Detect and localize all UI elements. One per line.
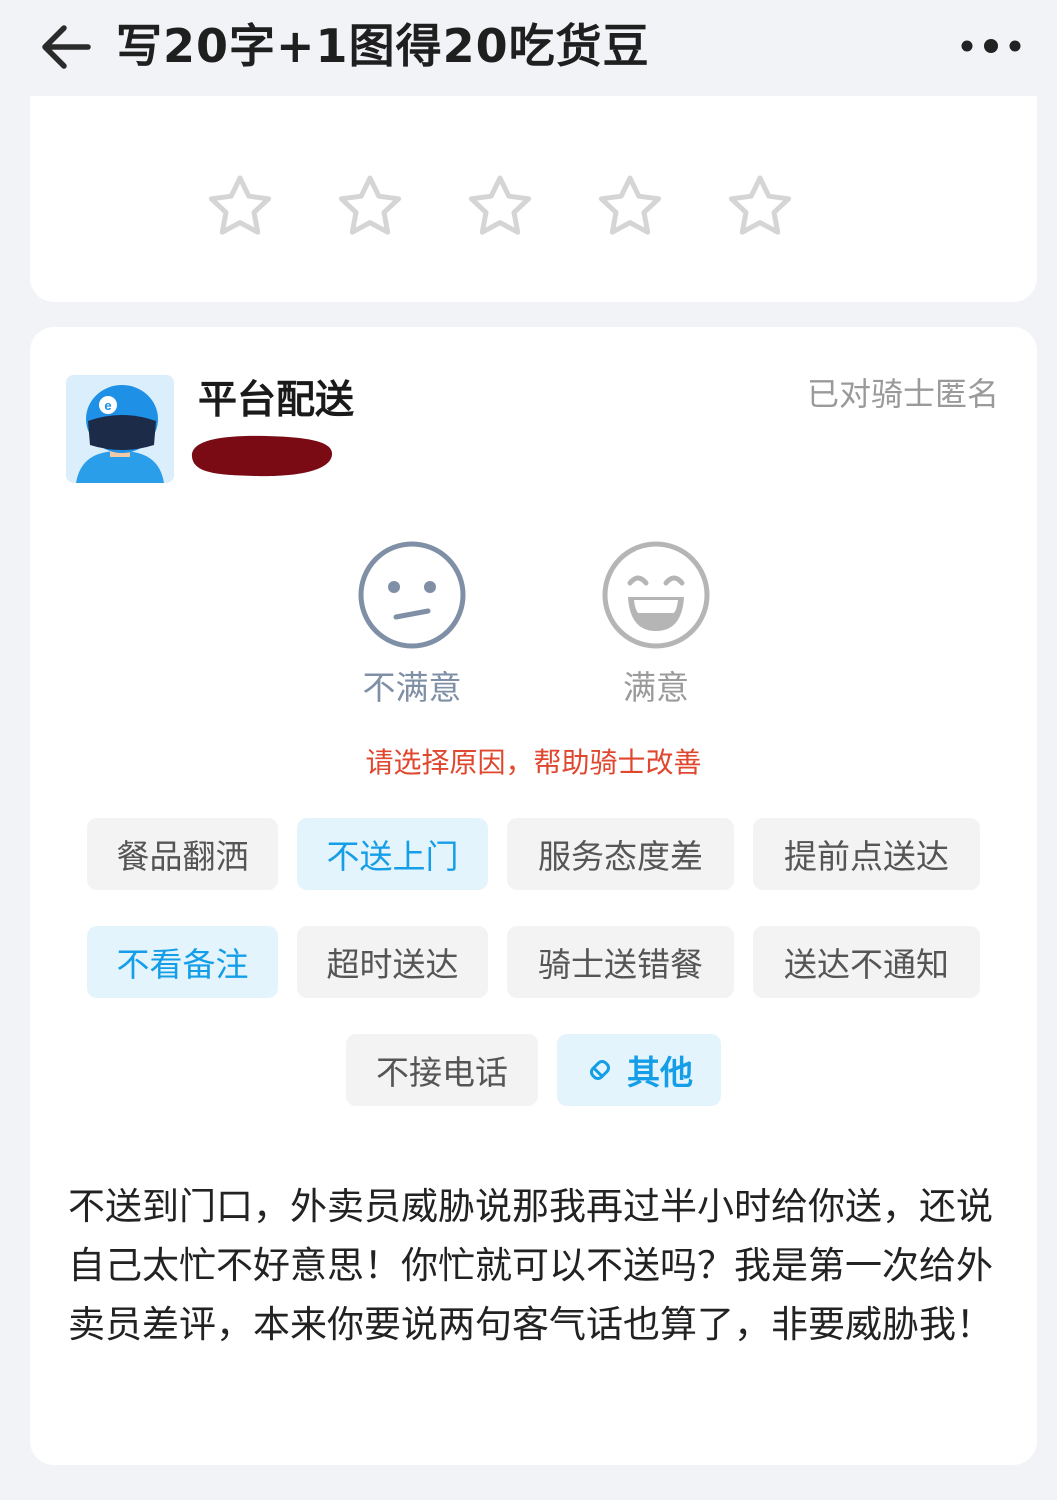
rider-avatar: e <box>66 375 174 483</box>
star-icon[interactable] <box>204 172 276 244</box>
tag-no-notification[interactable]: 送达不通知 <box>753 926 980 998</box>
tag-late-delivery[interactable]: 超时送达 <box>297 926 488 998</box>
svg-text:e: e <box>104 398 111 413</box>
tag-label: 不送上门 <box>326 837 459 876</box>
unsatisfied-button[interactable] <box>356 539 468 651</box>
more-icon <box>961 39 1021 53</box>
tag-food-spilled[interactable]: 餐品翻洒 <box>87 818 278 890</box>
neutral-face-icon <box>358 541 466 649</box>
tag-label: 超时送达 <box>326 945 459 984</box>
redacted-mark <box>186 431 336 481</box>
tag-label: 餐品翻洒 <box>116 837 249 876</box>
tag-wrong-order[interactable]: 骑士送错餐 <box>507 926 734 998</box>
tag-label: 送达不通知 <box>784 945 949 984</box>
tag-bad-attitude[interactable]: 服务态度差 <box>507 818 734 890</box>
star-icon[interactable] <box>724 172 796 244</box>
star-icon[interactable] <box>464 172 536 244</box>
more-button[interactable] <box>958 30 1024 62</box>
tag-label: 其他 <box>627 1053 693 1092</box>
back-button[interactable] <box>38 22 94 72</box>
unsatisfied-label: 不满意 <box>362 668 462 707</box>
page-title: 写20字+1图得20吃货豆 <box>116 19 650 73</box>
top-bar: 写20字+1图得20吃货豆 <box>0 0 1057 100</box>
laughing-face-icon <box>602 541 710 649</box>
tag-label: 提前点送达 <box>784 837 949 876</box>
tag-marked-delivered-early[interactable]: 提前点送达 <box>753 818 980 890</box>
tag-other[interactable]: 其他 <box>557 1034 721 1106</box>
tag-not-delivered-to-door[interactable]: 不送上门 <box>297 818 488 890</box>
rider-name: 平台配送 <box>198 378 355 423</box>
reason-hint: 请选择原因，帮助骑士改善 <box>365 746 702 779</box>
star-icon[interactable] <box>594 172 666 244</box>
satisfied-label: 满意 <box>623 668 689 707</box>
anonymous-label: 已对骑士匿名 <box>806 375 999 413</box>
star-rating-card <box>30 96 1037 302</box>
tag-label: 服务态度差 <box>538 837 703 876</box>
rider-review-card: e 平台配送 已对骑士匿名 不满意 满意 请选择原因，帮助骑士改善 餐品翻洒 不… <box>30 327 1037 1465</box>
pencil-icon <box>589 1059 611 1081</box>
satisfied-button[interactable] <box>600 539 712 651</box>
star-icon[interactable] <box>334 172 406 244</box>
review-comment[interactable]: 不送到门口，外卖员威胁说那我再过半小时给你送，还说自己太忙不好意思！你忙就可以不… <box>68 1177 1008 1354</box>
star-rating <box>204 172 796 244</box>
tag-ignored-notes[interactable]: 不看备注 <box>87 926 278 998</box>
tag-label: 不接电话 <box>376 1053 508 1092</box>
back-arrow-icon <box>42 25 91 69</box>
tag-no-answer-phone[interactable]: 不接电话 <box>346 1034 538 1106</box>
tag-label: 骑士送错餐 <box>538 945 703 984</box>
tag-label: 不看备注 <box>116 945 249 984</box>
